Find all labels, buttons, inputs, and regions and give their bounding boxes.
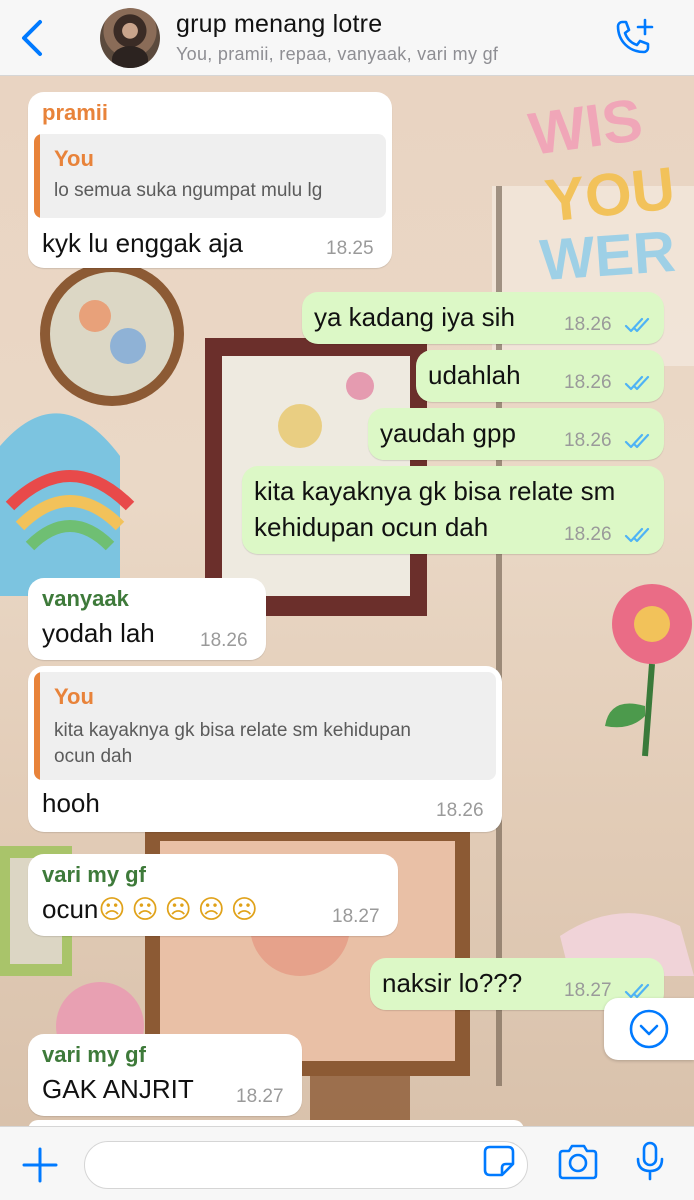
double-check-icon — [624, 433, 650, 449]
message-time: 18.26 — [564, 314, 612, 335]
svg-text:WIS: WIS — [525, 86, 647, 168]
chat-messages-area[interactable]: WIS YOU WER pramii You lo semua suka ngu… — [0, 76, 694, 1126]
quoted-text-line1: kita kayaknya gk bisa relate sm kehidupa… — [54, 720, 411, 741]
quoted-text-line2: ocun dah — [54, 746, 133, 767]
svg-text:WER: WER — [538, 219, 678, 293]
message-text: kyk lu enggak aja — [42, 228, 243, 258]
quoted-message[interactable]: You kita kayaknya gk bisa relate sm kehi… — [34, 672, 496, 780]
quoted-text: lo semua suka ngumpat mulu lg — [54, 180, 323, 201]
message-time: 18.26 — [564, 430, 612, 451]
double-check-icon — [624, 527, 650, 543]
double-check-icon — [624, 317, 650, 333]
chevron-down-circle-icon — [629, 1009, 669, 1049]
message-time: 18.26 — [564, 524, 612, 545]
message-bubble-incoming[interactable]: vari my gf GAK ANJRIT 18.27 — [28, 1034, 302, 1116]
sender-name: vari my gf — [42, 862, 146, 887]
camera-icon[interactable] — [556, 1142, 600, 1182]
message-time: 18.26 — [564, 372, 612, 393]
message-bubble-incoming[interactable]: vanyaak yodah lah 18.26 — [28, 578, 266, 660]
message-text: naksir lo??? — [382, 968, 523, 998]
message-time: 18.25 — [326, 238, 374, 259]
add-call-icon[interactable] — [612, 18, 656, 58]
message-text: ya kadang iya sih — [314, 302, 515, 332]
message-text: hooh — [42, 788, 100, 818]
group-title[interactable]: grup menang lotre — [176, 10, 382, 39]
message-text: yaudah gpp — [380, 418, 516, 448]
group-avatar[interactable] — [100, 8, 160, 68]
message-bubble-incoming[interactable]: pramii You lo semua suka ngumpat mulu lg… — [28, 92, 392, 268]
message-word: ocun — [42, 894, 99, 924]
double-check-icon — [624, 375, 650, 391]
quote-bar — [34, 672, 40, 780]
quoted-message[interactable]: You lo semua suka ngumpat mulu lg — [34, 134, 386, 218]
microphone-icon[interactable] — [634, 1140, 666, 1182]
message-bubble-incoming[interactable]: You kita kayaknya gk bisa relate sm kehi… — [28, 666, 502, 832]
sender-name: pramii — [42, 100, 109, 125]
message-bubble-outgoing[interactable]: ya kadang iya sih 18.26 — [302, 292, 664, 344]
chat-header: grup menang lotre You, pramii, repaa, va… — [0, 0, 694, 76]
message-input[interactable] — [103, 1150, 473, 1180]
group-members[interactable]: You, pramii, repaa, vanyaak, vari my gf — [176, 44, 498, 65]
message-text: GAK ANJRIT — [42, 1074, 194, 1104]
message-bubble-outgoing[interactable]: yaudah gpp 18.26 — [368, 408, 664, 460]
quote-bar — [34, 134, 40, 218]
message-text: yodah lah — [42, 618, 155, 648]
quoted-sender: You — [54, 684, 94, 709]
message-bubble-incoming[interactable]: vari my gf ocun☹☹☹☹☹ 18.27 — [28, 854, 398, 936]
message-bubble-outgoing[interactable]: kita kayaknya gk bisa relate sm kehidupa… — [242, 466, 664, 554]
sender-name: vanyaak — [42, 586, 129, 611]
message-text-line1: kita kayaknya gk bisa relate sm — [254, 476, 616, 506]
message-bubble-outgoing[interactable]: udahlah 18.26 — [416, 350, 664, 402]
message-field[interactable] — [84, 1141, 528, 1189]
attach-plus-icon[interactable] — [20, 1145, 60, 1185]
scroll-to-bottom-button[interactable] — [604, 998, 694, 1060]
message-time: 18.26 — [436, 800, 484, 821]
quoted-sender: You — [54, 146, 94, 171]
frowning-face-emoji: ☹☹☹☹☹ — [98, 895, 264, 925]
message-time: 18.27 — [564, 980, 612, 1001]
sticker-icon[interactable] — [482, 1144, 516, 1178]
back-chevron-icon[interactable] — [14, 18, 50, 58]
sender-name: vari my gf — [42, 1042, 146, 1067]
message-text-line2: kehidupan ocun dah — [254, 512, 489, 542]
message-time: 18.27 — [236, 1086, 284, 1107]
message-time: 18.26 — [200, 630, 248, 651]
message-text: udahlah — [428, 360, 521, 390]
message-time: 18.27 — [332, 906, 380, 927]
message-text: ocun☹☹☹☹☹ — [42, 894, 264, 925]
